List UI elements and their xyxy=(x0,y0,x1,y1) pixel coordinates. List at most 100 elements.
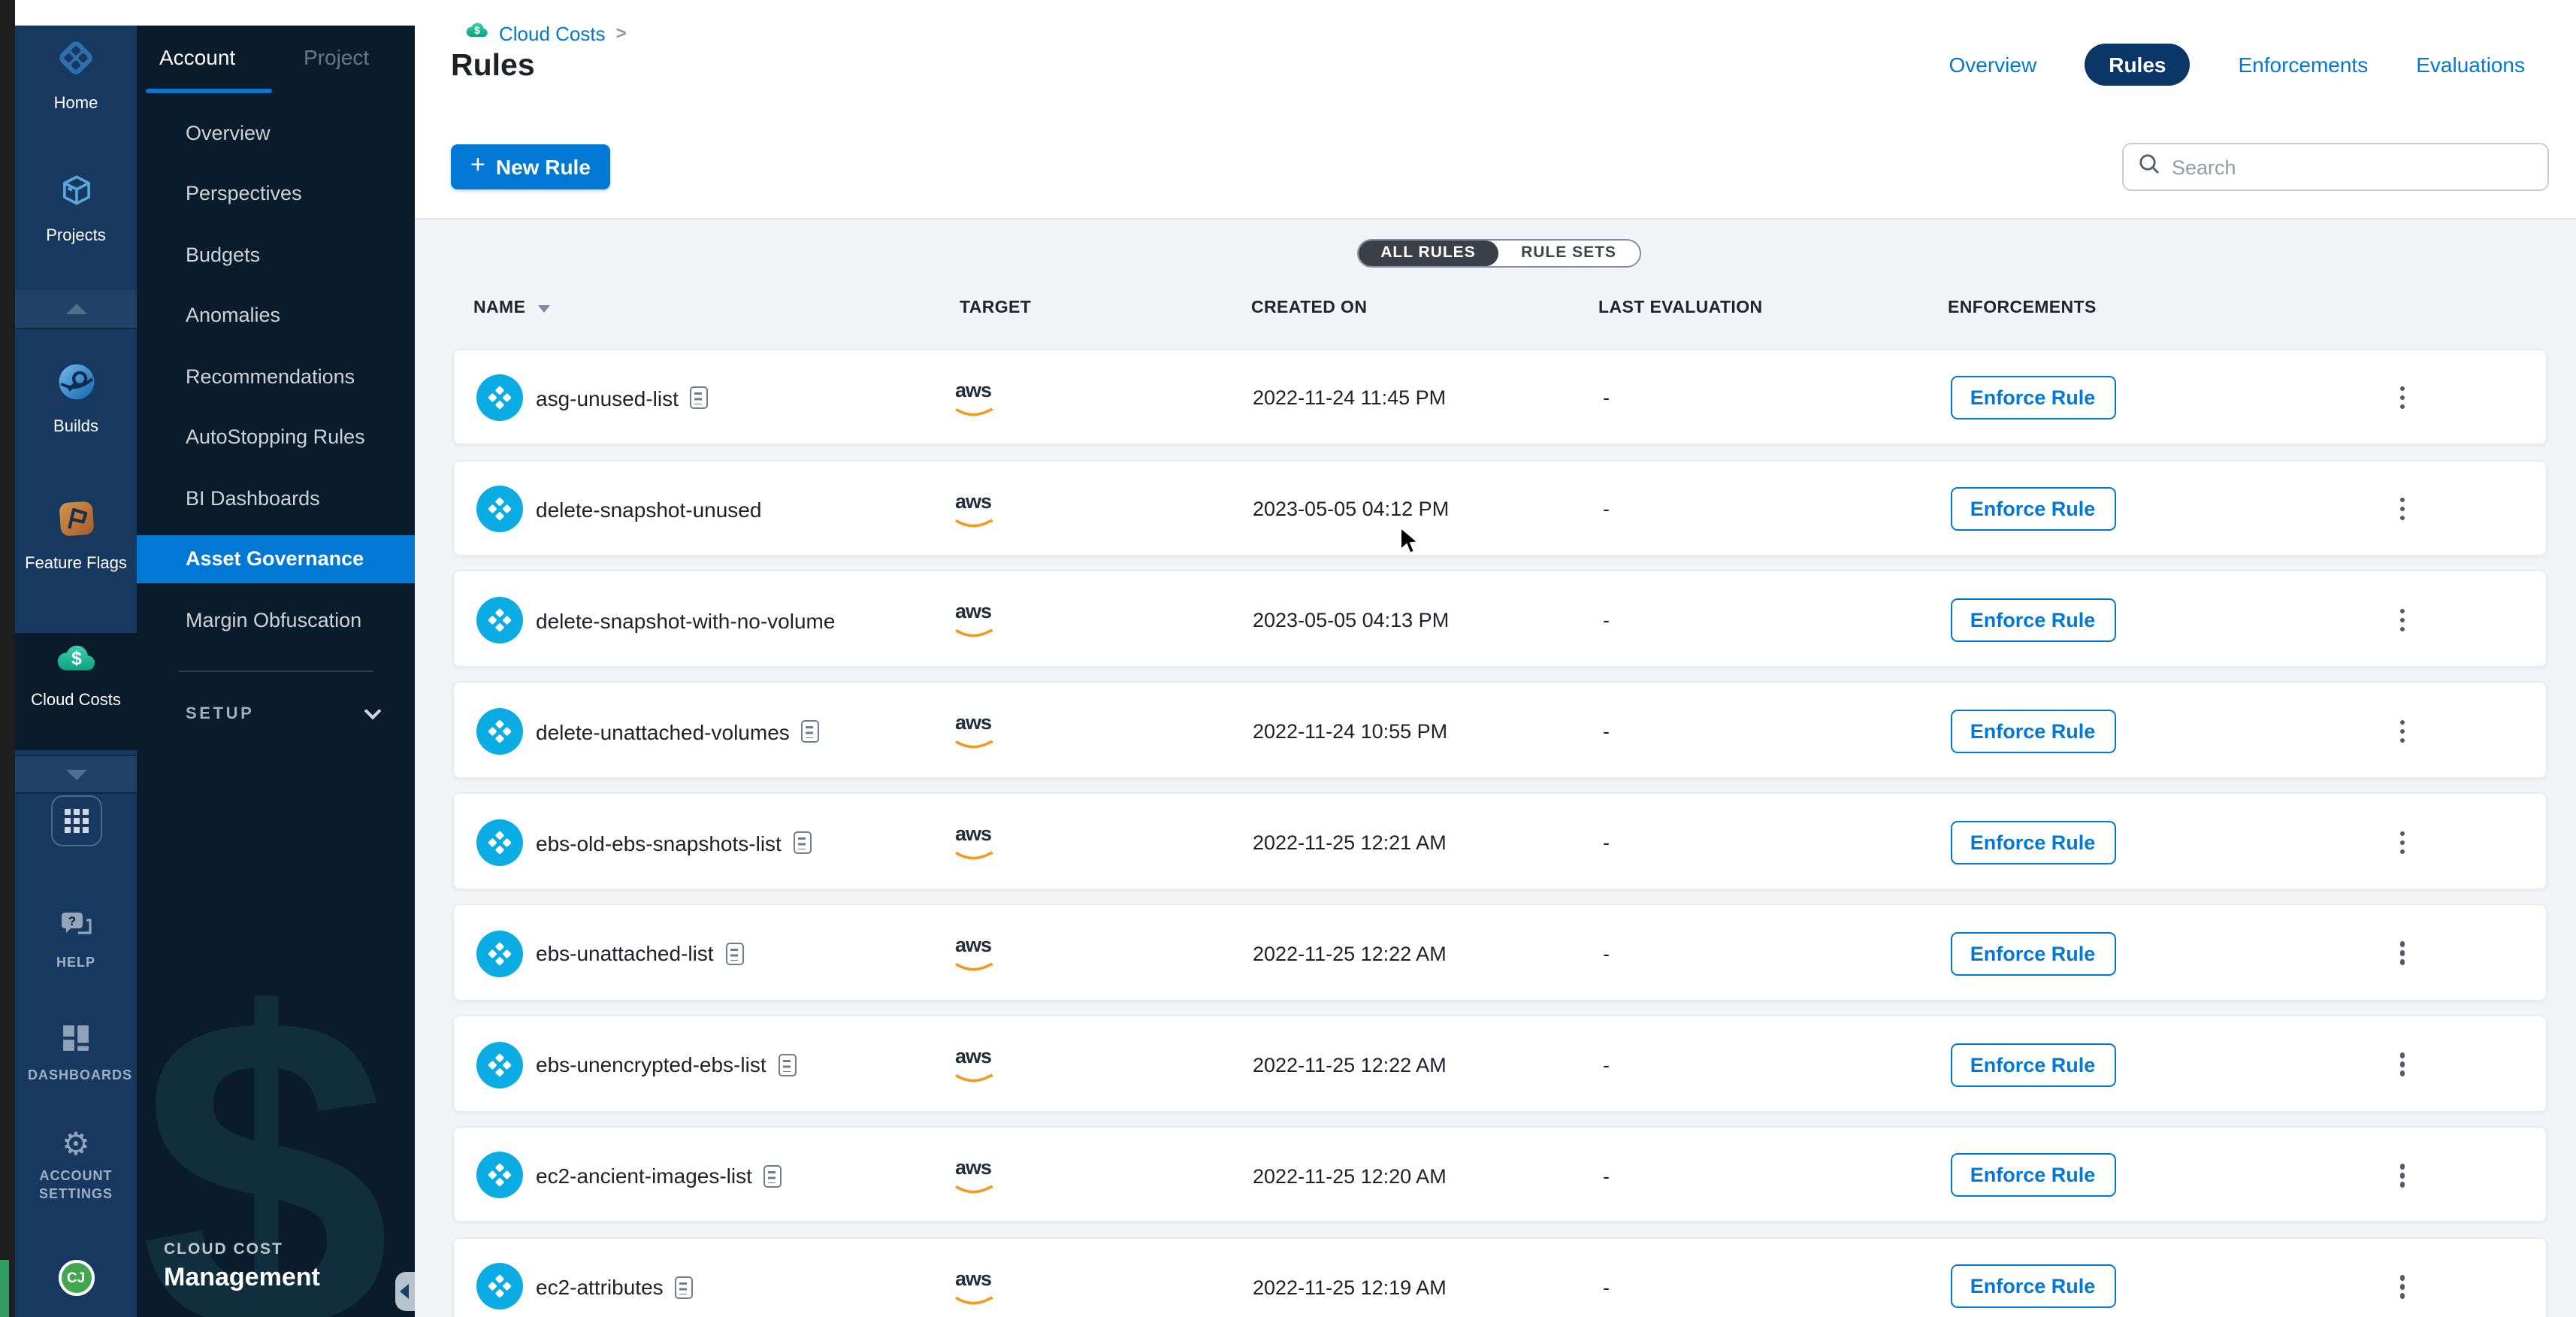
sidebar-item-feature-flags[interactable]: Feature Flags xyxy=(15,499,137,573)
last-evaluation-cell: - xyxy=(1603,1128,1610,1225)
sidebar-item-help[interactable]: ? HELP xyxy=(15,910,137,971)
row-menu-kebab-icon[interactable] xyxy=(2389,826,2416,859)
column-header-name[interactable]: NAME xyxy=(473,299,549,317)
column-header-enforcements: ENFORCEMENTS xyxy=(1948,299,2097,317)
sidenav-item-bi-dashboards[interactable]: BI Dashboards xyxy=(137,468,414,528)
policy-doc-icon[interactable] xyxy=(764,1164,782,1187)
rule-row[interactable]: ec2-ancient-images-list aws 2022-11-25 1… xyxy=(452,1126,2547,1223)
sidenav-item-autostopping-rules[interactable]: AutoStopping Rules xyxy=(137,407,414,468)
rule-name[interactable]: delete-snapshot-unused xyxy=(536,461,761,558)
rule-name[interactable]: delete-snapshot-with-no-volume xyxy=(536,572,835,669)
avatar[interactable]: CJ xyxy=(58,1260,94,1296)
rail-scroll-up[interactable] xyxy=(15,290,137,329)
row-menu-kebab-icon[interactable] xyxy=(2389,1048,2416,1081)
sidenav-item-overview[interactable]: Overview xyxy=(137,102,414,163)
enforce-rule-button[interactable]: Enforce Rule xyxy=(1950,1154,2115,1197)
rule-name[interactable]: asg-unused-list xyxy=(536,350,709,447)
rule-row[interactable]: delete-unattached-volumes aws 2022-11-24… xyxy=(452,682,2547,779)
row-menu-kebab-icon[interactable] xyxy=(2389,715,2416,748)
policy-doc-icon[interactable] xyxy=(802,720,820,743)
enforce-rule-button[interactable]: Enforce Rule xyxy=(1950,1265,2115,1309)
rule-row[interactable]: delete-snapshot-with-no-volume aws 2023-… xyxy=(452,571,2547,668)
nav-enforcements[interactable]: Enforcements xyxy=(2238,52,2368,76)
sidenav-item-perspectives[interactable]: Perspectives xyxy=(137,163,414,224)
tab-account[interactable]: Account xyxy=(159,45,235,69)
search-box[interactable] xyxy=(2122,143,2548,191)
window-edge-strip xyxy=(0,0,15,1317)
rule-row[interactable]: ebs-unencrypted-ebs-list aws 2022-11-25 … xyxy=(452,1015,2547,1112)
builds-icon xyxy=(56,362,95,409)
page-title: Rules xyxy=(451,48,535,84)
cloud-costs-sidenav: $ Account Project OverviewPerspectivesBu… xyxy=(137,26,414,1317)
sidenav-item-budgets[interactable]: Budgets xyxy=(137,224,414,285)
row-menu-kebab-icon[interactable] xyxy=(2389,604,2416,637)
target-aws-logo: aws xyxy=(951,380,996,426)
module-selector-button[interactable] xyxy=(50,795,101,846)
rule-name[interactable]: ebs-unencrypted-ebs-list xyxy=(536,1016,797,1113)
nav-rules[interactable]: Rules xyxy=(2085,43,2190,85)
search-input[interactable] xyxy=(2172,156,2532,178)
policy-doc-icon[interactable] xyxy=(779,1054,797,1076)
cloud-costs-icon: $ xyxy=(464,20,490,47)
nav-evaluations[interactable]: Evaluations xyxy=(2416,52,2525,76)
user-avatar-item[interactable]: CJ xyxy=(15,1260,137,1296)
nav-overview[interactable]: Overview xyxy=(1949,52,2037,76)
sidenav-item-anomalies[interactable]: Anomalies xyxy=(137,285,414,346)
sidenav-item-recommendations[interactable]: Recommendations xyxy=(137,346,414,407)
sidenav-item-asset-governance[interactable]: Asset Governance xyxy=(137,528,414,589)
policy-doc-icon[interactable] xyxy=(676,1276,694,1298)
rule-name[interactable]: ebs-old-ebs-snapshots-list xyxy=(536,795,812,892)
sidebar-item-projects[interactable]: Projects xyxy=(15,171,137,245)
row-menu-kebab-icon[interactable] xyxy=(2389,381,2416,414)
rule-name[interactable]: ec2-ancient-images-list xyxy=(536,1128,782,1225)
rule-row[interactable]: ebs-old-ebs-snapshots-list aws 2022-11-2… xyxy=(452,793,2547,890)
enforce-rule-button[interactable]: Enforce Rule xyxy=(1950,1043,2115,1086)
breadcrumb-link[interactable]: Cloud Costs xyxy=(499,22,606,44)
enforce-rule-button[interactable]: Enforce Rule xyxy=(1950,376,2115,419)
enforce-rule-button[interactable]: Enforce Rule xyxy=(1950,487,2115,531)
sidenav-item-label: Recommendations xyxy=(186,365,355,388)
row-menu-kebab-icon[interactable] xyxy=(2389,937,2416,970)
enforce-rule-button[interactable]: Enforce Rule xyxy=(1950,598,2115,642)
rule-name[interactable]: delete-unattached-volumes xyxy=(536,683,820,780)
sidenav-collapse-button[interactable] xyxy=(395,1272,414,1311)
enforce-rule-button[interactable]: Enforce Rule xyxy=(1950,931,2115,975)
breadcrumb[interactable]: $ Cloud Costs > xyxy=(464,20,627,47)
enforce-rule-button[interactable]: Enforce Rule xyxy=(1950,710,2115,753)
rule-row[interactable]: ebs-unattached-list aws 2022-11-25 12:22… xyxy=(452,904,2547,1001)
sidebar-item-home[interactable]: Home xyxy=(15,38,137,113)
toggle-rule-sets[interactable]: RULE SETS xyxy=(1498,240,1639,266)
new-rule-button[interactable]: + New Rule xyxy=(451,144,610,189)
rule-row[interactable]: asg-unused-list aws 2022-11-24 11:45 PM … xyxy=(452,348,2547,445)
enforce-rule-button[interactable]: Enforce Rule xyxy=(1950,821,2115,864)
policy-doc-icon[interactable] xyxy=(794,831,812,854)
policy-doc-icon[interactable] xyxy=(726,943,744,965)
sidenav-item-setup[interactable]: SETUP xyxy=(186,699,378,729)
policy-doc-icon[interactable] xyxy=(691,387,709,410)
created-on-cell: 2022-11-25 12:22 AM xyxy=(1253,905,1447,1002)
sidebar-item-account-settings[interactable]: ⚙ ACCOUNT SETTINGS xyxy=(15,1128,137,1203)
created-on-cell: 2022-11-25 12:20 AM xyxy=(1253,1128,1447,1225)
sidebar-item-cloud-costs[interactable]: $ Cloud Costs xyxy=(15,633,137,750)
breadcrumb-separator: > xyxy=(616,23,627,44)
tab-project[interactable]: Project xyxy=(304,45,369,69)
rule-icon xyxy=(476,930,522,976)
rule-name[interactable]: ebs-unattached-list xyxy=(536,905,744,1002)
rules-filter-toggle[interactable]: ALL RULESRULE SETS xyxy=(1356,238,1640,268)
rules-table: asg-unused-list aws 2022-11-24 11:45 PM … xyxy=(452,348,2547,1317)
page-nav: Overview Rules Enforcements Evaluations xyxy=(1949,42,2526,86)
sidebar-item-dashboards[interactable]: DASHBOARDS xyxy=(15,1024,137,1084)
sidenav-item-margin-obfuscation[interactable]: Margin Obfuscation xyxy=(137,589,414,650)
rule-row[interactable]: delete-snapshot-unused aws 2023-05-05 04… xyxy=(452,459,2547,556)
toggle-all-rules[interactable]: ALL RULES xyxy=(1358,240,1498,266)
projects-cube-icon xyxy=(56,171,95,218)
row-menu-kebab-icon[interactable] xyxy=(2389,1270,2416,1303)
rule-name[interactable]: ec2-attributes xyxy=(536,1239,694,1317)
rule-row[interactable]: ec2-attributes aws 2022-11-25 12:19 AM -… xyxy=(452,1237,2547,1317)
row-menu-kebab-icon[interactable] xyxy=(2389,492,2416,525)
row-menu-kebab-icon[interactable] xyxy=(2389,1159,2416,1192)
rail-scroll-down[interactable] xyxy=(15,755,137,794)
grid-icon xyxy=(64,809,88,833)
plus-icon: + xyxy=(470,151,485,181)
sidebar-item-builds[interactable]: Builds xyxy=(15,362,137,436)
